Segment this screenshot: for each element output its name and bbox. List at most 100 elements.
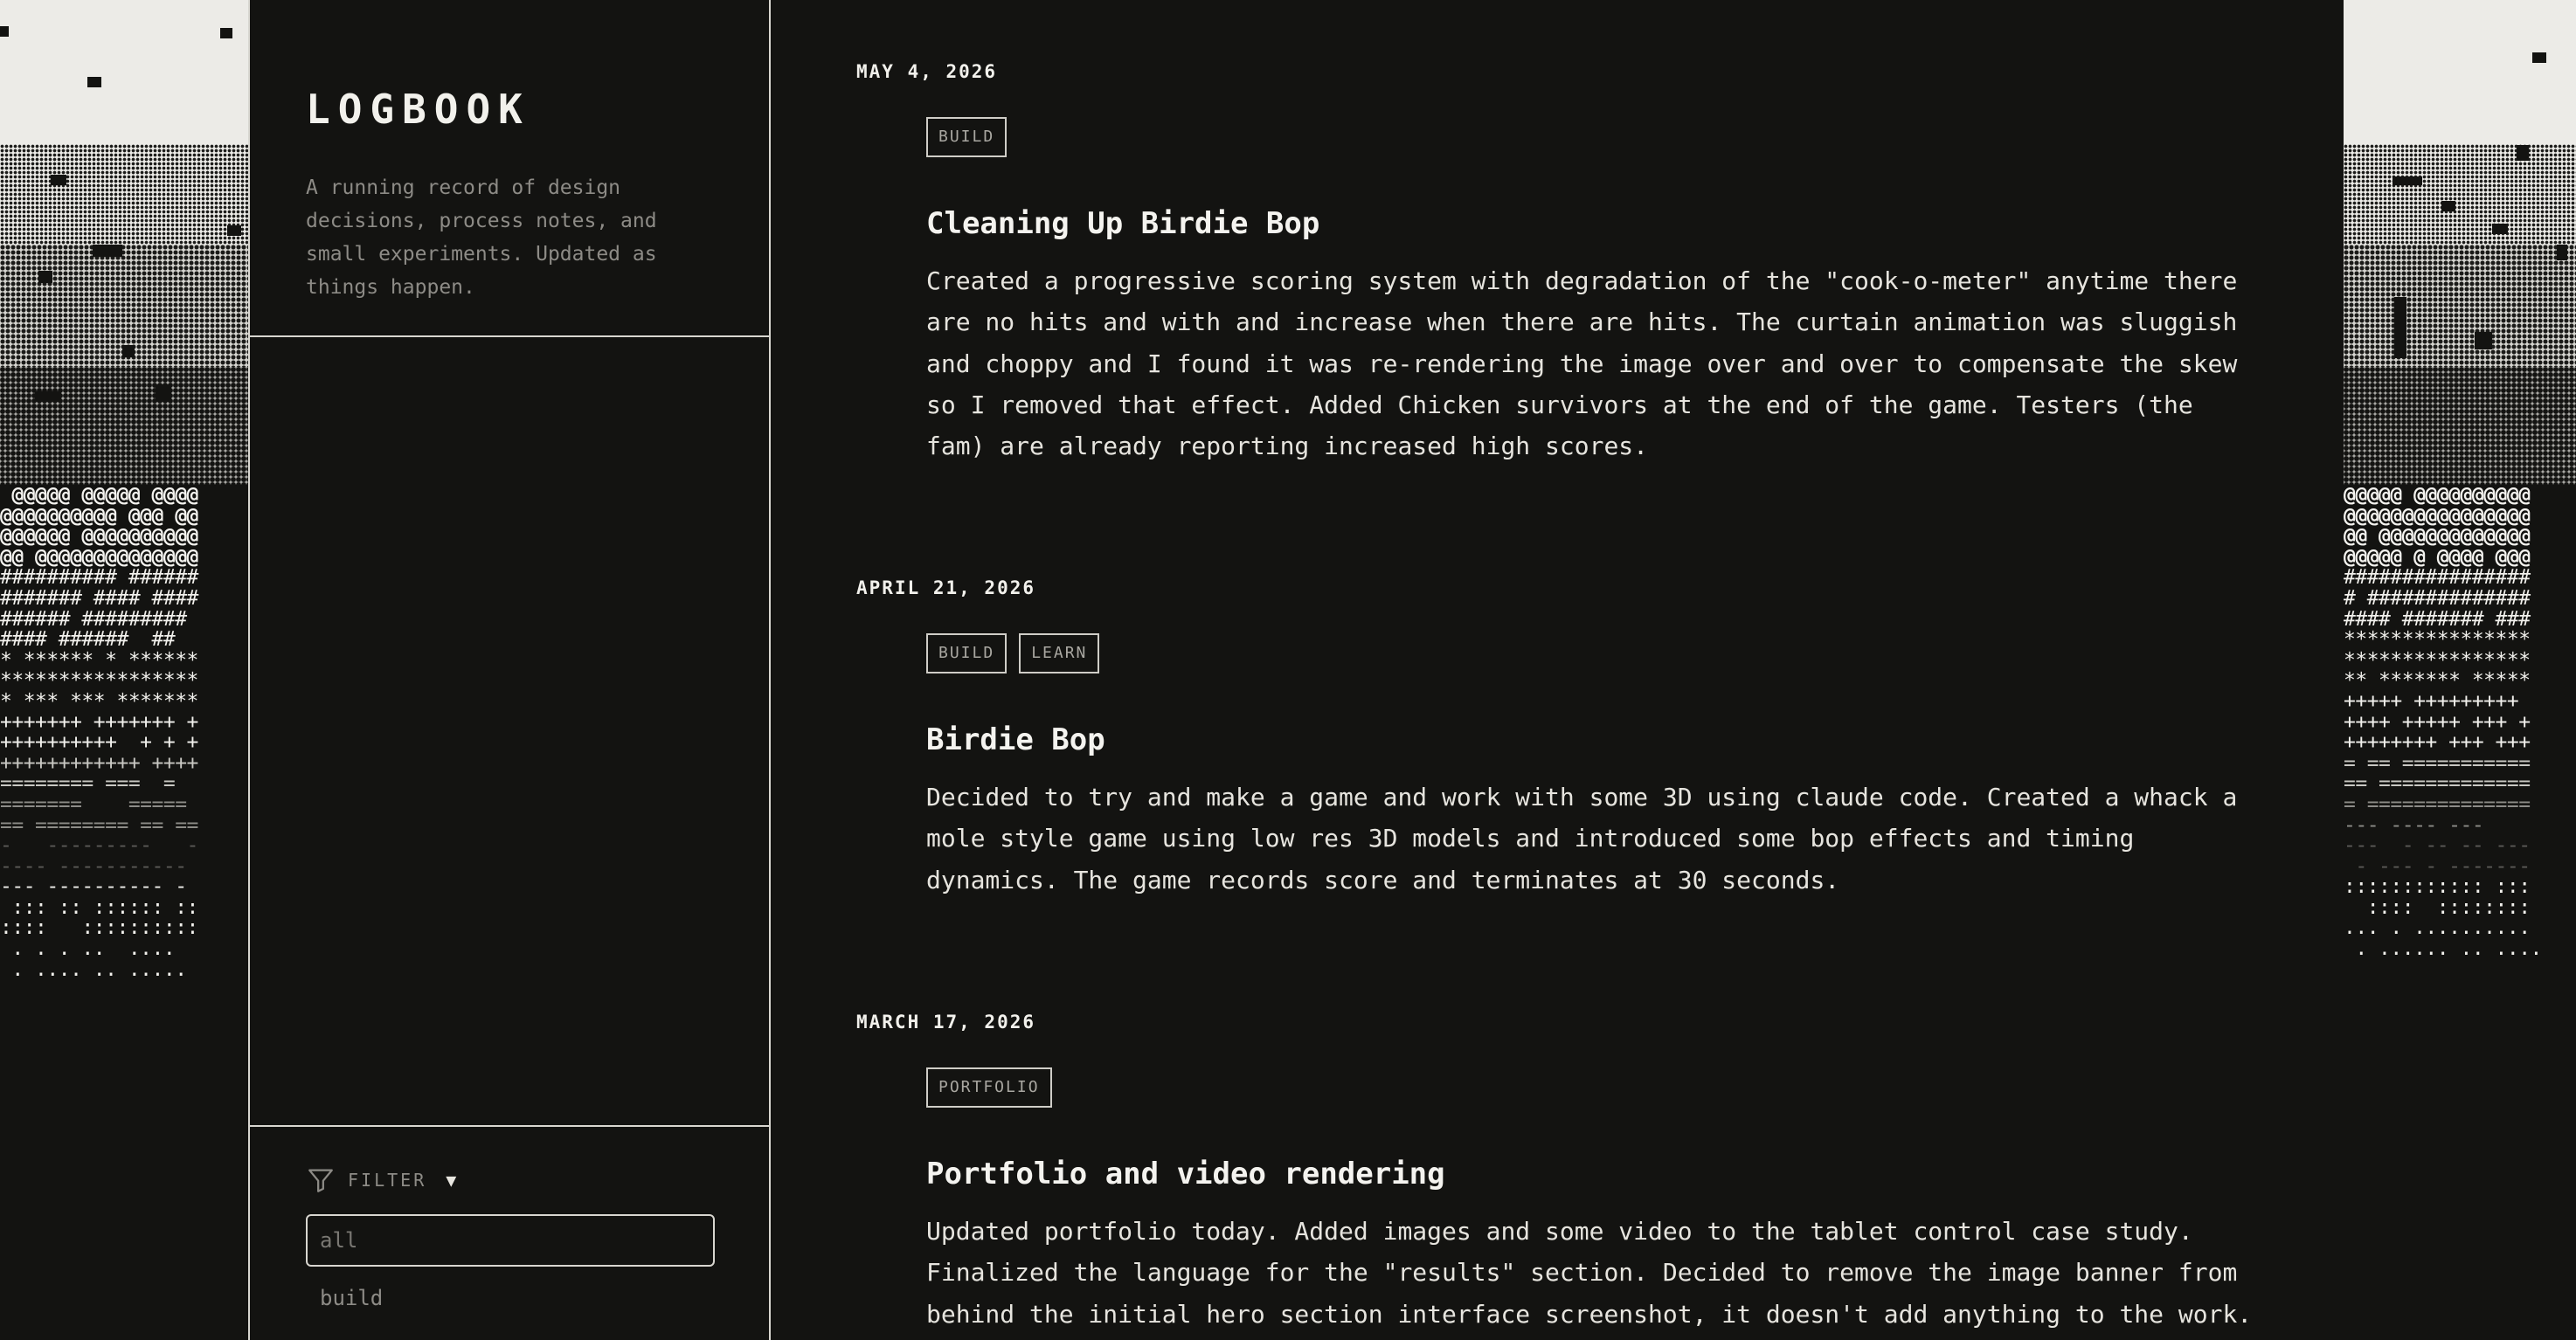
filter-panel: FILTER ▼ build — [250, 1125, 769, 1340]
ascii-art-line: ################ — [2344, 566, 2531, 590]
ascii-art-line: @@@@@@@@@@ @@@ @@ — [0, 504, 198, 528]
tag-portfolio[interactable]: PORTFOLIO — [926, 1067, 1052, 1108]
ascii-art-line: ########## ###### — [0, 566, 198, 590]
ascii-art-line: ++++++++++ + + + — [0, 731, 198, 755]
art-pixel — [2557, 245, 2567, 260]
log-entry: APRIL 21, 2026 BUILD LEARN Birdie Bop De… — [856, 577, 2289, 901]
ascii-art-line: @@@@@ @@@@@ @@@@ — [0, 484, 198, 507]
ascii-art-line: . ...... .. .... — [2344, 937, 2542, 961]
filter-search-input[interactable] — [306, 1214, 715, 1267]
entry-title: Cleaning Up Birdie Bop — [926, 206, 1320, 241]
art-pixel — [0, 26, 9, 37]
art-pixel — [2475, 332, 2492, 349]
entry-tags: BUILD LEARN — [926, 633, 2289, 673]
filter-option-build[interactable]: build — [320, 1286, 383, 1310]
ascii-art-line: ####### #### #### — [0, 586, 198, 610]
ascii-art-line: @@@@@@@@@@@@@@@@ — [2344, 504, 2531, 528]
art-halftone-dark — [2344, 367, 2576, 485]
ascii-art-line: ###### ######### — [0, 607, 198, 631]
filter-toggle[interactable]: FILTER ▼ — [306, 1165, 456, 1195]
ascii-art-line: --- - -- -- --- — [2344, 834, 2531, 858]
ascii-art-line: ======= ===== — [0, 792, 198, 816]
right-decorative-art: @@@@@ @@@@@@@@@@ @@@@@@@@@@@@@@@@ @@ @@@@@… — [2344, 0, 2576, 1340]
ascii-art-line: ***************** — [0, 669, 198, 693]
ascii-art-line: # ############## — [2344, 586, 2531, 610]
art-pixel — [2441, 201, 2455, 211]
ascii-art-line: = == =========== — [2344, 751, 2531, 775]
ascii-art-line: --- ---------- - — [0, 875, 198, 899]
ascii-art-line: ++++ +++++ +++ + — [2344, 710, 2531, 734]
sidebar-header: LOGBOOK A running record of design decis… — [250, 0, 769, 337]
entry-title: Portfolio and video rendering — [926, 1157, 1445, 1191]
art-halftone-light — [0, 144, 248, 245]
ascii-art-line: @@@@@@ @@@@@@@@@@ — [0, 525, 198, 549]
ascii-art-line: - --- - ------- — [2344, 854, 2531, 878]
ascii-art-line: :::::::::::: ::: — [2344, 875, 2531, 899]
entry-tags: BUILD — [926, 117, 2289, 157]
left-decorative-art: @@@@@ @@@@@ @@@@ @@@@@@@@@@ @@@ @@ @@@@@@ … — [0, 0, 248, 1340]
entry-body: Created a progressive scoring system wit… — [926, 266, 2238, 461]
art-pixel — [2392, 176, 2422, 185]
tag-learn[interactable]: LEARN — [1019, 633, 1100, 673]
ascii-art-line: ... . .......... — [2344, 916, 2531, 940]
chevron-down-icon[interactable]: ▼ — [446, 1170, 456, 1191]
art-pixel — [2492, 224, 2508, 234]
site-title[interactable]: LOGBOOK — [306, 86, 530, 133]
art-pixel — [87, 77, 101, 87]
ascii-art: @@@@@ @@@@@ @@@@ @@@@@@@@@@ @@@ @@ @@@@@@ … — [0, 484, 248, 981]
art-pixel — [93, 245, 122, 257]
ascii-art-line: = ============== — [2344, 792, 2531, 816]
log-feed: MAY 4, 2026 BUILD Cleaning Up Birdie Bop… — [772, 0, 2342, 1340]
ascii-art-line: --- ---- --- — [2344, 813, 2531, 837]
ascii-art-line: ---- ----------- — [0, 854, 187, 878]
entry-date: MARCH 17, 2026 — [856, 1012, 1036, 1033]
ascii-art-line: ++++++++ +++ +++ — [2344, 731, 2531, 755]
ascii-art-line: @@@@@ @@@@@@@@@@ — [2344, 484, 2531, 507]
ascii-art-line: @@ @@@@@@@@@@@@@ — [2344, 525, 2531, 549]
ascii-art-line: ::: :: :::::: :: — [0, 895, 198, 919]
ascii-art-line: +++++ +++++++++ — [2344, 689, 2531, 713]
ascii-art: @@@@@ @@@@@@@@@@ @@@@@@@@@@@@@@@@ @@ @@@@@… — [2344, 484, 2576, 961]
art-pixel — [220, 28, 232, 38]
art-pixel — [122, 345, 135, 357]
filter-label: FILTER — [348, 1170, 427, 1191]
art-pixel — [2517, 145, 2529, 161]
ascii-art-line: #### ###### ## — [0, 628, 198, 652]
entry-tags: PORTFOLIO — [926, 1067, 2289, 1108]
ascii-art-line: . . . .. .... — [0, 937, 198, 961]
ascii-art-line: @@ @@@@@@@@@@@@@@ — [0, 545, 198, 569]
ascii-art-line: ++++++++++++ ++++ — [0, 751, 198, 775]
ascii-art-line: @@@@@ @ @@@@ @@@ — [2344, 545, 2531, 569]
art-pixel — [38, 271, 52, 283]
art-halftone-light — [2344, 144, 2576, 245]
ascii-art-line: **************** — [2344, 628, 2531, 652]
art-sky — [2344, 0, 2576, 144]
ascii-art-line: * *** *** ******* — [0, 689, 198, 713]
art-sky — [0, 0, 248, 144]
ascii-art-line: ** ******* ***** — [2344, 669, 2531, 693]
entry-body: Updated portfolio today. Added images an… — [926, 1217, 2253, 1329]
entry-date: APRIL 21, 2026 — [856, 577, 1036, 598]
ascii-art-line: == ======== == == — [0, 813, 198, 837]
log-entry: MARCH 17, 2026 PORTFOLIO Portfolio and v… — [856, 1012, 2289, 1335]
entry-date: MAY 4, 2026 — [856, 61, 998, 82]
art-pixel — [35, 391, 61, 402]
art-pixel — [156, 384, 171, 402]
ascii-art-line: :::: :::::::: — [2344, 895, 2531, 919]
tag-build[interactable]: BUILD — [926, 633, 1008, 673]
ascii-art-line: ======== === = — [0, 772, 198, 796]
log-entry: MAY 4, 2026 BUILD Cleaning Up Birdie Bop… — [856, 61, 2289, 466]
entry-title: Birdie Bop — [926, 722, 1105, 757]
ascii-art-line: :::: :::::::::: — [0, 916, 198, 940]
filter-icon — [308, 1169, 333, 1192]
art-halftone-dark — [0, 367, 248, 485]
tag-build[interactable]: BUILD — [926, 117, 1008, 157]
art-pixel — [2394, 297, 2406, 358]
ascii-art-line: . .... .. ..... — [0, 957, 211, 981]
ascii-art-line: #### ####### ### — [2344, 607, 2531, 631]
entry-body: Decided to try and make a game and work … — [926, 783, 2238, 894]
art-pixel — [227, 225, 241, 236]
ascii-art-line: +++++++ +++++++ + — [0, 710, 198, 734]
art-halftone-mid — [2344, 245, 2576, 367]
art-pixel — [2532, 52, 2546, 63]
